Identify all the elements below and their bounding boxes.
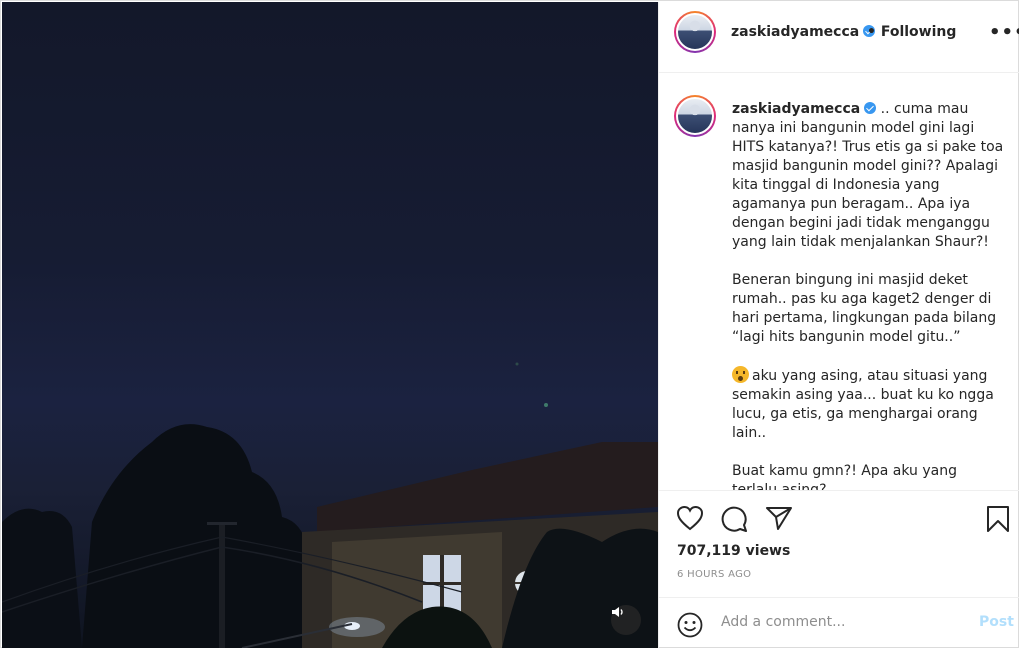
instagram-post-modal: zaskiadyamecca • Following ••• zaskiadya… bbox=[0, 0, 1019, 648]
bookmark-icon bbox=[987, 506, 1009, 532]
following-button[interactable]: Following bbox=[881, 24, 957, 40]
comment-button[interactable] bbox=[720, 505, 748, 536]
comment-form: Post bbox=[659, 597, 1019, 649]
save-button[interactable] bbox=[986, 505, 1010, 537]
like-button[interactable] bbox=[676, 505, 704, 535]
speaker-icon bbox=[612, 607, 623, 617]
night-scene-illustration bbox=[2, 362, 658, 648]
header-username-group: zaskiadyamecca bbox=[731, 24, 876, 40]
caption-paragraph-1: .. cuma mau nanya ini bangunin model gin… bbox=[732, 101, 1004, 250]
post-header: zaskiadyamecca • Following ••• bbox=[659, 2, 1019, 73]
smiley-icon bbox=[677, 612, 703, 638]
header-username[interactable]: zaskiadyamecca bbox=[731, 24, 859, 40]
view-count[interactable]: 707,119 views bbox=[677, 543, 790, 559]
caption-scroll-area[interactable]: zaskiadyamecca .. cuma mau nanya ini ban… bbox=[659, 74, 1019, 490]
caption-paragraph-4: Buat kamu gmn?! Apa aku yang terlalu asi… bbox=[732, 463, 957, 490]
follow-separator: • bbox=[867, 24, 876, 40]
caption-avatar-image bbox=[676, 97, 714, 135]
avatar[interactable] bbox=[674, 11, 716, 53]
post-comment-button[interactable]: Post bbox=[979, 614, 1014, 630]
emoji-button[interactable] bbox=[677, 612, 703, 642]
caption-verified-badge-icon bbox=[864, 102, 877, 114]
share-button[interactable] bbox=[765, 505, 793, 535]
more-options-icon[interactable]: ••• bbox=[989, 22, 1019, 43]
avatar-image bbox=[676, 13, 714, 51]
caption-paragraph-3: aku yang asing, atau situasi yang semaki… bbox=[732, 368, 994, 441]
paper-plane-icon bbox=[766, 507, 792, 530]
caption-username[interactable]: zaskiadyamecca bbox=[732, 101, 877, 117]
comment-input[interactable] bbox=[721, 614, 961, 630]
post-actions: 707,119 views 6 HOURS AGO Post bbox=[659, 490, 1019, 648]
comment-icon bbox=[721, 506, 747, 532]
heart-icon bbox=[676, 505, 704, 531]
post-sidebar: zaskiadyamecca • Following ••• zaskiadya… bbox=[658, 2, 1019, 648]
caption-text: zaskiadyamecca .. cuma mau nanya ini ban… bbox=[732, 100, 1004, 490]
follow-status[interactable]: • Following bbox=[867, 24, 956, 40]
post-video[interactable] bbox=[2, 2, 658, 648]
caption-avatar[interactable] bbox=[674, 95, 716, 137]
mute-button[interactable] bbox=[611, 605, 641, 635]
caption-username-text[interactable]: zaskiadyamecca bbox=[732, 101, 860, 117]
caption-paragraph-2: Beneran bingung ini masjid deket rumah..… bbox=[732, 272, 997, 345]
post-timestamp[interactable]: 6 HOURS AGO bbox=[677, 569, 751, 580]
shocked-face-emoji-icon bbox=[732, 366, 749, 383]
